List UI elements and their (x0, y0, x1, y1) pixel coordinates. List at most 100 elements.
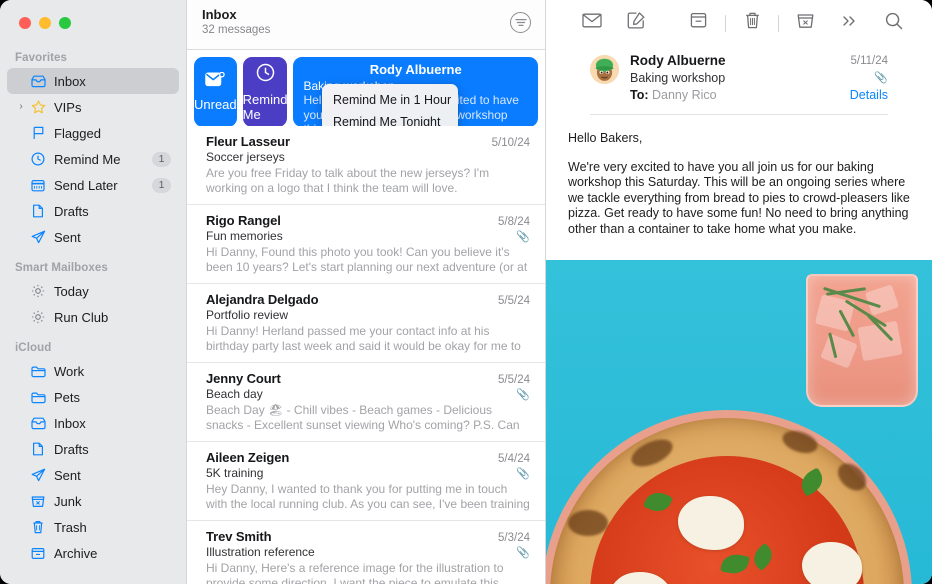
message-subject: Portfolio review (206, 308, 289, 322)
archive-button[interactable] (677, 12, 721, 34)
compose-icon (627, 12, 645, 34)
table-row[interactable]: Aileen Zeigen 5/4/24 5K training 📎 Hey D… (187, 442, 545, 521)
sidebar-item-label: Work (54, 363, 85, 379)
sidebar-item-label: Archive (54, 545, 98, 561)
sidebar-item-send-later[interactable]: Send Later 1 (7, 172, 179, 198)
message-recipients: To: Danny Rico (630, 87, 850, 104)
delete-button[interactable] (730, 12, 774, 34)
message-sender: Jenny Court (206, 371, 281, 386)
pizza-photo[interactable] (546, 260, 932, 584)
sidebar-item-inbox[interactable]: Inbox (7, 68, 179, 94)
swipe-action-unread[interactable]: Unread (194, 57, 237, 126)
sidebar-item-icloud-inbox[interactable]: Inbox (7, 410, 179, 436)
details-link[interactable]: Details (850, 87, 888, 104)
message-preview: Hi Danny, Found this photo you took! Can… (206, 245, 528, 274)
folder-icon (28, 365, 48, 378)
message-header-meta: 5/11/24 📎 Details (850, 52, 888, 104)
paper-plane-icon (28, 468, 48, 482)
swipe-action-remind-me[interactable]: Remind Me (242, 57, 288, 126)
compose-button[interactable] (614, 12, 658, 34)
filter-icon[interactable] (510, 12, 531, 33)
sidebar-item-archive[interactable]: Archive (7, 540, 179, 566)
message-header-main: Rody Albuerne Baking workshop To: Danny … (630, 52, 850, 104)
star-icon (28, 100, 48, 114)
drink-glass (806, 274, 918, 407)
message-list-pane: Inbox 32 messages Unread Remind Me Rody … (186, 0, 546, 584)
sidebar-item-badge: 1 (152, 177, 171, 193)
context-menu-item-remind-1-hour[interactable]: Remind Me in 1 Hour (322, 89, 458, 111)
sidebar-item-drafts[interactable]: Drafts (7, 198, 179, 224)
sidebar-item-remind-me[interactable]: Remind Me 1 (7, 146, 179, 172)
sidebar-item-label: Send Later (54, 177, 118, 193)
sidebar-item-icloud-drafts[interactable]: Drafts (7, 436, 179, 462)
sidebar-item-label: Pets (54, 389, 81, 405)
junk-button[interactable] (783, 13, 827, 34)
archive-icon (28, 547, 48, 560)
chevron-right-icon[interactable]: › (15, 102, 27, 112)
gear-icon (28, 310, 48, 324)
sidebar-item-flagged[interactable]: Flagged (7, 120, 179, 146)
remind-me-context-menu: Remind Me in 1 Hour Remind Me Tonight Re… (322, 84, 458, 126)
sidebar-item-label: Remind Me (54, 151, 121, 167)
sidebar-item-badge: 1 (152, 151, 171, 167)
message-sender: Aileen Zeigen (206, 450, 290, 465)
sidebar: Favorites Inbox › VIPs Flagged Remind Me… (0, 0, 186, 584)
sidebar-item-label: Flagged (54, 125, 101, 141)
sidebar-section-favorites-header: Favorites (15, 52, 68, 64)
attachment-paperclip-icon: 📎 (874, 72, 888, 84)
minimize-button[interactable] (39, 17, 51, 29)
sidebar-item-work[interactable]: Work (7, 358, 179, 384)
message-date: 5/8/24 (498, 216, 530, 228)
attachment-paperclip-icon: 📎 (516, 388, 530, 401)
message-date: 5/11/24 (850, 55, 888, 67)
message-sender: Trev Smith (206, 529, 272, 544)
message-date: 5/3/24 (498, 532, 530, 544)
close-button[interactable] (19, 17, 31, 29)
archive-icon (690, 12, 707, 34)
search-icon (885, 12, 903, 35)
message-rows: Unread Remind Me Rody Albuerne Baking wo… (187, 50, 545, 584)
reading-pane: Rody Albuerne Baking workshop To: Danny … (546, 0, 932, 584)
more-button[interactable] (827, 14, 871, 33)
swiped-message-row: Unread Remind Me Rody Albuerne Baking wo… (187, 50, 545, 126)
sidebar-item-sent[interactable]: Sent (7, 224, 179, 250)
attachment-paperclip-icon: 📎 (516, 230, 530, 243)
mozzarella (802, 542, 862, 584)
message-preview: Hi Danny, Here's a reference image for t… (206, 561, 504, 584)
envelope-icon (582, 13, 602, 33)
sidebar-item-junk[interactable]: Junk (7, 488, 179, 514)
traffic-lights (0, 0, 186, 46)
message-list-header: Inbox 32 messages (187, 0, 545, 50)
table-row[interactable]: Trev Smith 5/3/24 Illustration reference… (187, 521, 545, 584)
sidebar-item-vips[interactable]: › VIPs (7, 94, 179, 120)
sidebar-item-label: Inbox (54, 415, 86, 431)
flag-icon (28, 126, 48, 140)
sidebar-item-trash[interactable]: Trash (7, 514, 179, 540)
gear-icon (28, 284, 48, 298)
sidebar-item-today[interactable]: Today (7, 278, 179, 304)
message-subject: Beach day (206, 387, 263, 401)
mark-unread-button[interactable] (570, 13, 614, 33)
table-row[interactable]: Alejandra Delgado 5/5/24 Portfolio revie… (187, 284, 545, 363)
sidebar-item-pets[interactable]: Pets (7, 384, 179, 410)
sidebar-item-icloud-sent[interactable]: Sent (7, 462, 179, 488)
table-row[interactable]: Jenny Court 5/5/24 Beach day 📎 Beach Day… (187, 363, 545, 442)
sidebar-item-run-club[interactable]: Run Club (7, 304, 179, 330)
sidebar-section-icloud-header: iCloud (15, 342, 52, 354)
zoom-button[interactable] (59, 17, 71, 29)
avatar (590, 55, 619, 84)
table-row[interactable]: Rigo Rangel 5/8/24 Fun memories 📎 Hi Dan… (187, 205, 545, 284)
junk-icon (797, 13, 814, 34)
message-date: 5/10/24 (491, 137, 530, 149)
chevron-double-right-icon (841, 14, 858, 33)
table-row[interactable]: Fleur Lasseur 5/10/24 Soccer jerseys Are… (187, 126, 545, 205)
sidebar-item-label: Drafts (54, 441, 89, 457)
search-button[interactable] (872, 12, 916, 35)
sidebar-item-label: Trash (54, 519, 87, 535)
paper-plane-icon (28, 230, 48, 244)
message-subject: Fun memories (206, 229, 283, 243)
message-header: Rody Albuerne Baking workshop To: Danny … (590, 46, 888, 115)
message-date: 5/4/24 (498, 453, 530, 465)
calendar-icon (28, 179, 48, 192)
context-menu-item-remind-tonight[interactable]: Remind Me Tonight (322, 111, 458, 126)
